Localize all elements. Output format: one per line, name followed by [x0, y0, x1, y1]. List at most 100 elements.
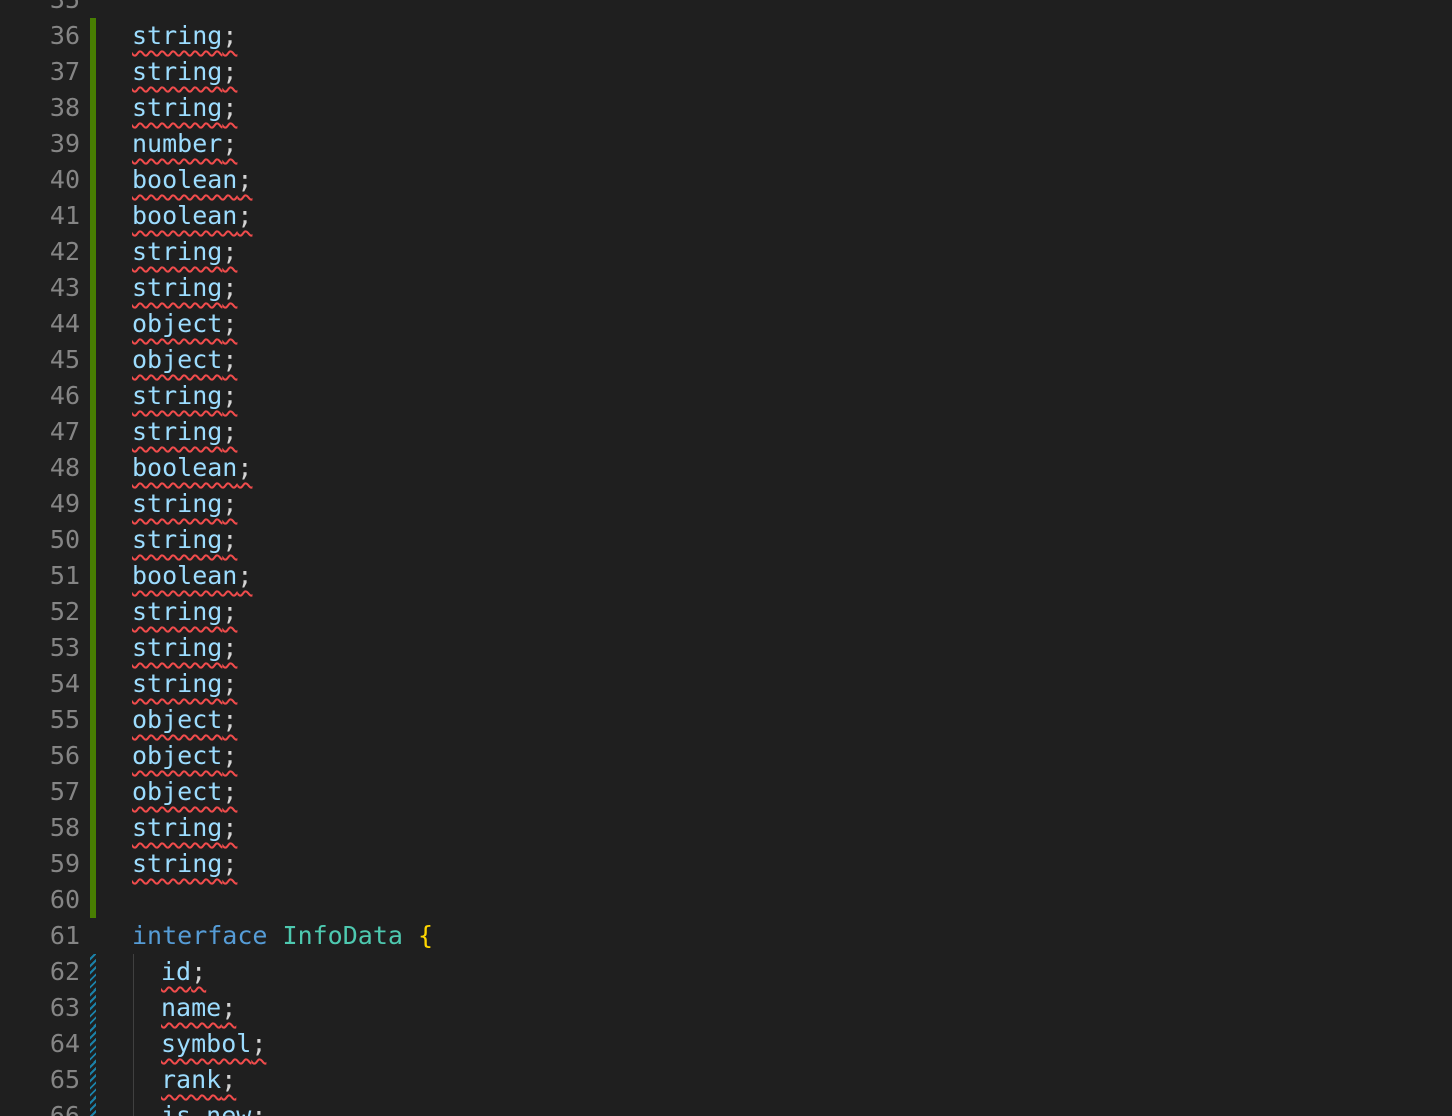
code-text[interactable]: is_new; — [161, 1098, 266, 1116]
gutter-added-indicator[interactable] — [90, 522, 96, 558]
code-line[interactable]: 47 string; — [0, 414, 1452, 450]
code-text[interactable]: string; — [132, 414, 237, 450]
code-text[interactable]: string; — [132, 522, 237, 558]
code-line[interactable]: 39 number; — [0, 126, 1452, 162]
gutter-added-indicator[interactable] — [90, 306, 96, 342]
gutter-added-indicator[interactable] — [90, 702, 96, 738]
code-text[interactable]: number; — [132, 126, 237, 162]
code-line[interactable]: 36 string; — [0, 18, 1452, 54]
code-line[interactable]: 51 boolean; — [0, 558, 1452, 594]
code-line[interactable]: 41 boolean; — [0, 198, 1452, 234]
code-text[interactable]: interface InfoData { — [132, 918, 433, 954]
gutter-added-indicator[interactable] — [90, 558, 96, 594]
gutter-added-indicator[interactable] — [90, 666, 96, 702]
code-line[interactable]: 48 boolean; — [0, 450, 1452, 486]
code-text[interactable]: string; — [132, 270, 237, 306]
code-line[interactable]: 43 string; — [0, 270, 1452, 306]
code-text[interactable]: boolean; — [132, 558, 252, 594]
gutter-added-indicator[interactable] — [90, 594, 96, 630]
gutter-added-indicator[interactable] — [90, 90, 96, 126]
gutter-added-indicator[interactable] — [90, 198, 96, 234]
gutter-added-indicator[interactable] — [90, 486, 96, 522]
gutter-added-indicator[interactable] — [90, 18, 96, 54]
gutter-modified-indicator[interactable] — [90, 1098, 96, 1116]
gutter-modified-indicator[interactable] — [90, 1026, 96, 1062]
indent-guide — [133, 954, 134, 990]
code-text[interactable]: string; — [132, 846, 237, 882]
line-number: 52 — [49, 597, 80, 626]
code-line[interactable]: 44 object; — [0, 306, 1452, 342]
code-text[interactable]: boolean; — [132, 450, 252, 486]
code-text[interactable]: object; — [132, 306, 237, 342]
code-line[interactable]: 56 object; — [0, 738, 1452, 774]
gutter-added-indicator[interactable] — [90, 810, 96, 846]
code-line[interactable]: 65 rank; — [0, 1062, 1452, 1098]
code-text[interactable]: object; — [132, 774, 237, 810]
code-text[interactable]: object; — [132, 702, 237, 738]
semicolon-token: ; — [222, 381, 238, 410]
code-line[interactable]: 59 string; — [0, 846, 1452, 882]
code-text[interactable]: object; — [132, 738, 237, 774]
code-line[interactable]: 40 boolean; — [0, 162, 1452, 198]
code-text[interactable]: string; — [132, 90, 237, 126]
gutter-modified-indicator[interactable] — [90, 954, 96, 990]
code-text[interactable]: string; — [132, 810, 237, 846]
code-line[interactable]: 54 string; — [0, 666, 1452, 702]
semicolon-token: ; — [222, 129, 238, 158]
gutter-added-indicator[interactable] — [90, 270, 96, 306]
code-line[interactable]: 38 string; — [0, 90, 1452, 126]
code-line[interactable]: 42 string; — [0, 234, 1452, 270]
code-text[interactable]: boolean; — [132, 162, 252, 198]
code-text[interactable]: string; — [132, 666, 237, 702]
code-editor[interactable]: 3536string;37string;38string;39number;40… — [0, 0, 1452, 1116]
line-number: 63 — [49, 993, 80, 1022]
gutter-added-indicator[interactable] — [90, 846, 96, 882]
code-line[interactable]: 60 — [0, 882, 1452, 918]
code-line[interactable]: 61 interface InfoData { — [0, 918, 1452, 954]
code-text[interactable]: rank; — [161, 1062, 236, 1098]
code-text[interactable]: id; — [161, 954, 206, 990]
gutter-added-indicator[interactable] — [90, 882, 96, 918]
code-line[interactable]: 37 string; — [0, 54, 1452, 90]
code-line[interactable]: 53 string; — [0, 630, 1452, 666]
code-line[interactable]: 66 is_new; — [0, 1098, 1452, 1116]
code-text[interactable]: string; — [132, 54, 237, 90]
code-line[interactable]: 64 symbol; — [0, 1026, 1452, 1062]
gutter-added-indicator[interactable] — [90, 450, 96, 486]
code-line[interactable]: 35 — [0, 0, 1452, 18]
gutter-added-indicator[interactable] — [90, 738, 96, 774]
gutter-added-indicator[interactable] — [90, 342, 96, 378]
gutter-modified-indicator[interactable] — [90, 990, 96, 1026]
code-text[interactable]: string; — [132, 630, 237, 666]
code-text[interactable]: string; — [132, 378, 237, 414]
gutter-added-indicator[interactable] — [90, 162, 96, 198]
line-number: 66 — [49, 1101, 80, 1116]
code-line[interactable]: 46 string; — [0, 378, 1452, 414]
code-line[interactable]: 45 object; — [0, 342, 1452, 378]
code-line[interactable]: 50 string; — [0, 522, 1452, 558]
code-line[interactable]: 63 name; — [0, 990, 1452, 1026]
gutter-added-indicator[interactable] — [90, 774, 96, 810]
identifier-token: is_new — [161, 1101, 252, 1116]
gutter-added-indicator[interactable] — [90, 414, 96, 450]
gutter-added-indicator[interactable] — [90, 54, 96, 90]
code-line[interactable]: 49 string; — [0, 486, 1452, 522]
code-line[interactable]: 55 object; — [0, 702, 1452, 738]
gutter-modified-indicator[interactable] — [90, 1062, 96, 1098]
code-line[interactable]: 58 string; — [0, 810, 1452, 846]
code-line[interactable]: 62 id; — [0, 954, 1452, 990]
gutter-added-indicator[interactable] — [90, 630, 96, 666]
code-text[interactable]: symbol; — [161, 1026, 266, 1062]
code-text[interactable]: object; — [132, 342, 237, 378]
code-line[interactable]: 52 string; — [0, 594, 1452, 630]
code-text[interactable]: boolean; — [132, 198, 252, 234]
gutter-added-indicator[interactable] — [90, 126, 96, 162]
code-text[interactable]: string; — [132, 486, 237, 522]
code-text[interactable]: string; — [132, 18, 237, 54]
code-text[interactable]: string; — [132, 594, 237, 630]
gutter-added-indicator[interactable] — [90, 378, 96, 414]
code-text[interactable]: string; — [132, 234, 237, 270]
code-line[interactable]: 57 object; — [0, 774, 1452, 810]
gutter-added-indicator[interactable] — [90, 234, 96, 270]
code-text[interactable]: name; — [161, 990, 236, 1026]
